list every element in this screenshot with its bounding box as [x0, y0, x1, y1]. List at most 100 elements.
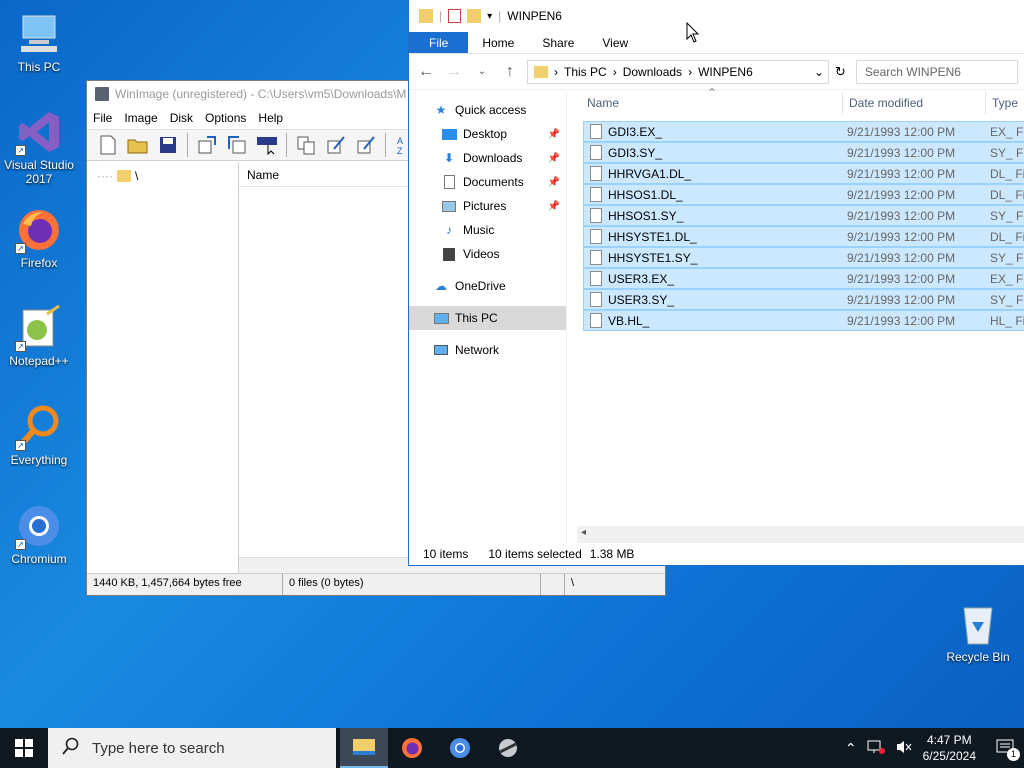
- breadcrumb-winpen6[interactable]: WINPEN6: [698, 65, 753, 79]
- desktop-icon-firefox[interactable]: ↗ Firefox: [0, 206, 78, 270]
- chevron-up-icon[interactable]: ⌃: [845, 740, 857, 757]
- menu-image[interactable]: Image: [118, 111, 163, 125]
- open-folder-icon[interactable]: [125, 132, 151, 158]
- network-icon[interactable]: [867, 739, 885, 758]
- properties-icon[interactable]: [293, 132, 319, 158]
- nav-label: Music: [463, 223, 495, 237]
- new-folder-icon[interactable]: [467, 9, 482, 23]
- properties-icon[interactable]: [448, 9, 462, 23]
- start-button[interactable]: [0, 728, 48, 768]
- extract-icon[interactable]: [194, 132, 220, 158]
- save-icon[interactable]: [155, 132, 181, 158]
- chevron-right-icon: ›: [612, 64, 617, 79]
- desktop-icon-label: Visual Studio 2017: [4, 158, 74, 186]
- clock[interactable]: 4:47 PM 6/25/2024: [923, 732, 976, 764]
- desktop-icon-label: Notepad++: [9, 354, 69, 368]
- everything-search-icon: ↗: [15, 403, 63, 451]
- forward-arrow-icon[interactable]: →: [443, 63, 465, 81]
- breadcrumb-downloads[interactable]: Downloads: [623, 65, 682, 79]
- file-row[interactable]: VB.HL_ 9/21/1993 12:00 PM HL_ Fi: [583, 310, 1024, 331]
- check-icon[interactable]: [353, 132, 379, 158]
- recent-chevron-icon[interactable]: ⌄: [471, 66, 493, 77]
- file-name: HHRVGA1.DL_: [608, 166, 692, 181]
- title-bar[interactable]: | ▾ | WINPEN6: [409, 0, 1024, 32]
- file-row[interactable]: HHRVGA1.DL_ 9/21/1993 12:00 PM DL_ Fil: [583, 163, 1024, 184]
- svg-text:A: A: [397, 136, 403, 146]
- file-row[interactable]: USER3.SY_ 9/21/1993 12:00 PM SY_ Fil: [583, 289, 1024, 310]
- explorer-window[interactable]: | ▾ | WINPEN6 File Home Share View ← → ⌄…: [408, 0, 1024, 566]
- tab-home[interactable]: Home: [468, 32, 528, 53]
- nav-label: Pictures: [463, 199, 507, 213]
- taskbar-winimage[interactable]: [484, 728, 532, 768]
- file-name: HHSOS1.DL_: [608, 187, 683, 202]
- file-row[interactable]: USER3.EX_ 9/21/1993 12:00 PM EX_ Fil: [583, 268, 1024, 289]
- nav-music[interactable]: ♪ Music: [409, 218, 566, 242]
- desktop-icon-chromium[interactable]: ↗ Chromium: [0, 502, 78, 566]
- notification-icon[interactable]: 1: [996, 738, 1020, 761]
- music-note-icon: ♪: [446, 223, 452, 237]
- column-header-date[interactable]: Date modified: [842, 92, 923, 114]
- file-row[interactable]: HHSOS1.DL_ 9/21/1993 12:00 PM DL_ Fil: [583, 184, 1024, 205]
- nav-desktop[interactable]: Desktop 📌: [409, 122, 566, 146]
- taskbar-chromium[interactable]: [436, 728, 484, 768]
- file-name: HHSOS1.SY_: [608, 208, 684, 223]
- search-input[interactable]: Search WINPEN6: [855, 59, 1018, 84]
- nav-label: Documents: [463, 175, 524, 189]
- nav-quick-access[interactable]: ★ Quick access: [409, 98, 566, 122]
- up-arrow-icon[interactable]: ↑: [499, 63, 521, 81]
- taskbar-firefox[interactable]: [388, 728, 436, 768]
- status-selected: 10 items selected: [488, 547, 582, 561]
- chevron-down-icon[interactable]: ⌄: [814, 65, 824, 79]
- taskbar-search[interactable]: Type here to search: [48, 728, 336, 768]
- ribbon-tabs: File Home Share View: [409, 32, 1024, 54]
- tab-share[interactable]: Share: [528, 32, 588, 53]
- file-row[interactable]: GDI3.SY_ 9/21/1993 12:00 PM SY_ Fil: [583, 142, 1024, 163]
- tab-view[interactable]: View: [588, 32, 642, 53]
- file-list: Name ⌃ Date modified Type GDI3.EX_ 9/21/1…: [577, 86, 1024, 543]
- menu-disk[interactable]: Disk: [164, 111, 199, 125]
- desktop-icon-notepadpp[interactable]: ↗ Notepad++: [0, 304, 78, 368]
- breadcrumb-this-pc[interactable]: This PC: [564, 65, 607, 79]
- file-row[interactable]: HHSYSTE1.DL_ 9/21/1993 12:00 PM DL_ Fil: [583, 226, 1024, 247]
- horizontal-scrollbar[interactable]: ◂: [577, 526, 1024, 543]
- file-row[interactable]: GDI3.EX_ 9/21/1993 12:00 PM EX_ Fil: [583, 121, 1024, 142]
- nav-this-pc[interactable]: This PC: [409, 306, 566, 330]
- menu-options[interactable]: Options: [199, 111, 252, 125]
- tab-file[interactable]: File: [409, 32, 469, 53]
- chevron-down-icon[interactable]: ▾: [487, 11, 492, 22]
- back-arrow-icon[interactable]: ←: [415, 63, 437, 81]
- file-date: 9/21/1993 12:00 PM: [847, 229, 956, 244]
- scroll-left-icon[interactable]: ◂: [581, 527, 586, 538]
- new-file-icon[interactable]: [95, 132, 121, 158]
- nav-label: Videos: [463, 247, 500, 261]
- column-header-type[interactable]: Type: [985, 92, 1018, 114]
- tree-root[interactable]: ···· \: [97, 169, 228, 183]
- file-row[interactable]: HHSYSTE1.SY_ 9/21/1993 12:00 PM SY_ Fil: [583, 247, 1024, 268]
- file-name: USER3.EX_: [608, 271, 675, 286]
- nav-pictures[interactable]: Pictures 📌: [409, 194, 566, 218]
- refresh-icon[interactable]: ↻: [835, 64, 846, 80]
- nav-onedrive[interactable]: ☁ OneDrive: [409, 274, 566, 298]
- nav-downloads[interactable]: ⬇ Downloads 📌: [409, 146, 566, 170]
- desktop-icon-everything[interactable]: ↗ Everything: [0, 403, 78, 467]
- menu-help[interactable]: Help: [252, 111, 289, 125]
- nav-documents[interactable]: Documents 📌: [409, 170, 566, 194]
- volume-muted-icon[interactable]: [895, 739, 913, 758]
- pictures-icon: [441, 198, 457, 214]
- edit-icon[interactable]: [323, 132, 349, 158]
- nav-network[interactable]: Network: [409, 338, 566, 362]
- file-name: HHSYSTE1.SY_: [608, 250, 698, 265]
- desktop-icon-this-pc[interactable]: This PC: [0, 10, 78, 74]
- file-row[interactable]: HHSOS1.SY_ 9/21/1993 12:00 PM SY_ Fil: [583, 205, 1024, 226]
- menu-file[interactable]: File: [87, 111, 118, 125]
- desktop-icon-recycle-bin[interactable]: Recycle Bin: [938, 600, 1018, 664]
- taskbar-file-explorer[interactable]: [340, 728, 388, 768]
- inject-icon[interactable]: [224, 132, 250, 158]
- view-icon[interactable]: [254, 132, 280, 158]
- desktop-icon-visual-studio[interactable]: ↗ Visual Studio 2017: [0, 108, 78, 186]
- address-bar[interactable]: › This PC › Downloads › WINPEN6 ⌄: [527, 59, 829, 84]
- toolbar-separator: [385, 133, 386, 157]
- column-header-name[interactable]: Name: [587, 96, 619, 110]
- nav-videos[interactable]: Videos: [409, 242, 566, 266]
